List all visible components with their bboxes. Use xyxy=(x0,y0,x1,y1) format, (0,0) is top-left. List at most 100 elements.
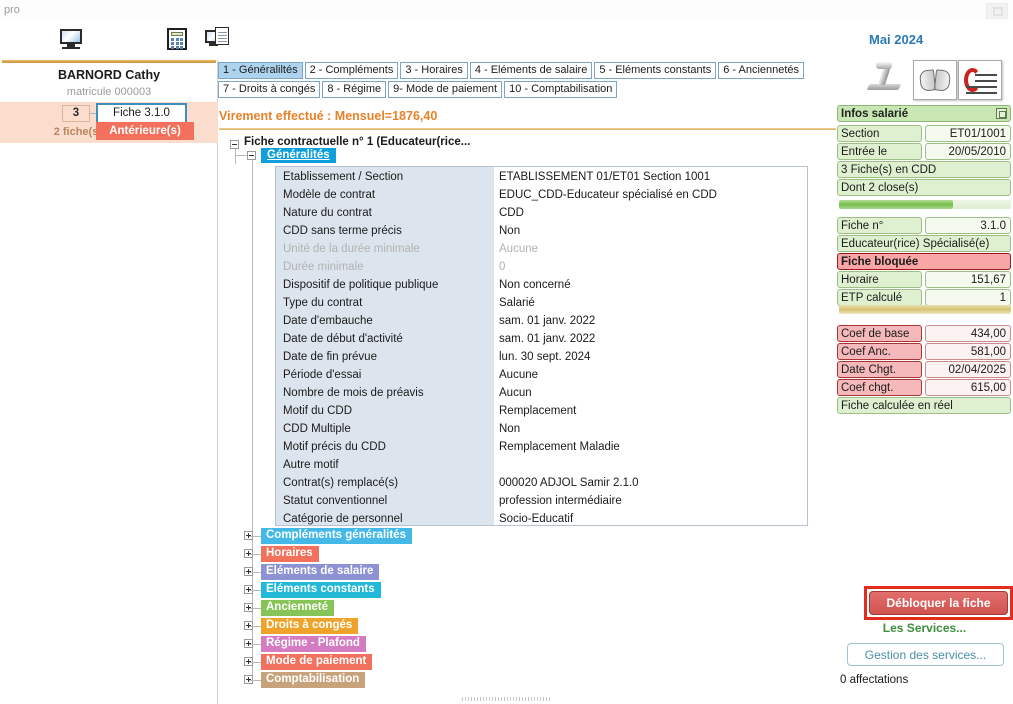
property-row[interactable]: Statut conventionnel profession intermédi… xyxy=(276,492,807,512)
property-row[interactable]: Date de fin prévue lun. 30 sept. 2024 xyxy=(276,348,807,368)
property-value: ETABLISSEMENT 01/ET01 Section 1001 xyxy=(499,171,710,183)
info-panel-title-text: Infos salarié xyxy=(841,108,908,120)
property-value: Aucune xyxy=(499,369,538,381)
collapsed-section[interactable]: Comptabilisation xyxy=(261,672,365,688)
property-value: Remplacement xyxy=(499,405,576,417)
tab-4[interactable]: 4 - Eléments de salaire xyxy=(470,62,593,79)
tab-10[interactable]: 10 - Comptabilisation xyxy=(504,81,617,98)
property-value: EDUC_CDD-Educateur spécialisé en CDD xyxy=(499,189,717,201)
collapsed-section[interactable]: Eléments de salaire xyxy=(261,564,379,580)
property-value: lun. 30 sept. 2024 xyxy=(499,351,590,363)
tab-7[interactable]: 7 - Droits à congés xyxy=(218,81,320,98)
etp-progress-bar xyxy=(839,305,1011,314)
fiche-count-box[interactable]: 3 xyxy=(62,105,90,122)
collapsed-section[interactable]: Eléments constants xyxy=(261,582,381,598)
property-row[interactable]: Unité de la durée minimaleAucune xyxy=(276,240,807,260)
euro-list-icon[interactable] xyxy=(958,60,1002,100)
window-title: pro xyxy=(4,4,20,16)
expand-panel-icon[interactable] xyxy=(996,108,1007,119)
tab-3[interactable]: 3 - Horaires xyxy=(400,62,467,79)
collapse-root-icon[interactable] xyxy=(230,140,239,149)
property-value: Non xyxy=(499,423,520,435)
property-label: Période d'essai xyxy=(283,369,361,381)
property-label: Etablissement / Section xyxy=(283,171,403,183)
tab-2[interactable]: 2 - Compléments xyxy=(305,62,399,79)
info-value: 02/04/2025 xyxy=(925,361,1011,378)
contract-root-label: Fiche contractuelle n° 1 (Educateur(rice… xyxy=(244,136,470,148)
fiche-selector[interactable]: Fiche 3.1.0 xyxy=(96,103,187,124)
property-row[interactable]: Date d'embauche sam. 01 janv. 2022 xyxy=(276,312,807,332)
employee-name: BARNORD Cathy xyxy=(0,68,218,82)
property-row[interactable]: Durée minimale0 xyxy=(276,258,807,278)
section-header-generalites[interactable]: Généralités xyxy=(261,148,336,163)
screen-icon[interactable] xyxy=(59,27,85,51)
tab-1[interactable]: 1 - Généraliltés xyxy=(218,62,303,79)
stamp-icon[interactable] xyxy=(864,60,908,100)
property-row[interactable]: Motif précis du CDDRemplacement Maladie xyxy=(276,438,807,458)
tab-bar: 1 - Généraliltés2 - Compléments3 - Horai… xyxy=(218,62,838,107)
document-screen-icon[interactable] xyxy=(205,27,231,51)
property-value: profession intermédiaire xyxy=(499,495,622,507)
property-row[interactable]: Contrat(s) remplacé(s)000020 ADJOL Samir… xyxy=(276,474,807,494)
property-label: Autre motif xyxy=(283,459,339,471)
property-label: Date de début d'activité xyxy=(283,333,403,345)
cdd-progress-bar xyxy=(839,200,1011,209)
unblock-fiche-button[interactable]: Débloquer la fiche xyxy=(869,591,1008,615)
manage-services-button[interactable]: Gestion des services... xyxy=(847,643,1004,666)
collapsed-section[interactable]: Compléments généralités xyxy=(261,528,412,544)
employee-panel: BARNORD Cathy matricule 000003 3 Fiche 3… xyxy=(0,60,218,704)
collapsed-section[interactable]: Droits à congés xyxy=(261,618,358,634)
collapsed-section[interactable]: Mode de paiement xyxy=(261,654,372,670)
property-row[interactable]: Autre motif xyxy=(276,456,807,476)
collapsed-section[interactable]: Ancienneté xyxy=(261,600,334,616)
info-value: 151,67 xyxy=(925,271,1011,288)
calculator-icon[interactable] xyxy=(165,27,191,51)
property-value: sam. 01 janv. 2022 xyxy=(499,315,595,327)
property-label: Date de fin prévue xyxy=(283,351,377,363)
info-label: Coef chgt. xyxy=(837,379,922,396)
info-value: ET01/1001 xyxy=(925,125,1011,142)
property-label: Nombre de mois de préavis xyxy=(283,387,424,399)
services-title: Les Services... xyxy=(836,621,1013,635)
banner-divider xyxy=(219,128,836,130)
info-row: Dont 2 close(s) xyxy=(837,179,1011,196)
tab-5[interactable]: 5 - Eléments constants xyxy=(594,62,716,79)
property-row[interactable]: CDD MultipleNon xyxy=(276,420,807,440)
info-value: 615,00 xyxy=(925,379,1011,396)
tab-9[interactable]: 9- Mode de paiement xyxy=(388,81,502,98)
property-row[interactable]: Etablissement / Section ETABLISSEMENT 01/… xyxy=(276,168,807,188)
property-label: Date d'embauche xyxy=(283,315,373,327)
restore-icon xyxy=(993,7,1003,16)
property-value: 000020 ADJOL Samir 2.1.0 xyxy=(499,477,639,489)
property-label: Statut conventionnel xyxy=(283,495,387,507)
property-row[interactable]: Nombre de mois de préavisAucun xyxy=(276,384,807,404)
property-value: Non concerné xyxy=(499,279,571,291)
tab-6[interactable]: 6 - Anciennetés xyxy=(718,62,804,79)
fiche-count-label: 2 fiche(s) xyxy=(22,126,102,138)
resize-grip[interactable] xyxy=(462,697,552,702)
property-label: Type du contrat xyxy=(283,297,362,309)
info-label: Coef de base xyxy=(837,325,922,342)
collapsed-section[interactable]: Horaires xyxy=(261,546,319,562)
book-icon[interactable] xyxy=(913,60,957,100)
property-row[interactable]: Motif du CDDRemplacement xyxy=(276,402,807,422)
property-row[interactable]: Nature du contratCDD xyxy=(276,204,807,224)
property-value: Non xyxy=(499,225,520,237)
property-row[interactable]: Dispositif de politique publiqueNon conc… xyxy=(276,276,807,296)
property-row[interactable]: CDD sans terme précisNon xyxy=(276,222,807,242)
toolbar xyxy=(0,22,218,60)
property-row[interactable]: Modèle de contratEDUC_CDD-Educateur spéc… xyxy=(276,186,807,206)
info-row: 3 Fiche(s) en CDD xyxy=(837,161,1011,178)
restore-window-button[interactable] xyxy=(986,3,1008,19)
property-row[interactable]: Catégorie de personnelSocio-Educatif xyxy=(276,510,807,530)
anterieures-button[interactable]: Antérieure(s) xyxy=(96,122,194,140)
period-label: Mai 2024 xyxy=(869,32,923,47)
fiche-blocked-badge: Fiche bloquée xyxy=(837,253,1011,270)
property-row[interactable]: Période d'essai Aucune xyxy=(276,366,807,386)
property-row[interactable]: Type du contratSalarié xyxy=(276,294,807,314)
info-label: Section xyxy=(837,125,922,142)
property-row[interactable]: Date de début d'activitésam. 01 janv. 20… xyxy=(276,330,807,350)
collapsed-section[interactable]: Régime - Plafond xyxy=(261,636,366,652)
collapse-generalites-icon[interactable] xyxy=(247,151,256,160)
tab-8[interactable]: 8 - Régime xyxy=(322,81,386,98)
